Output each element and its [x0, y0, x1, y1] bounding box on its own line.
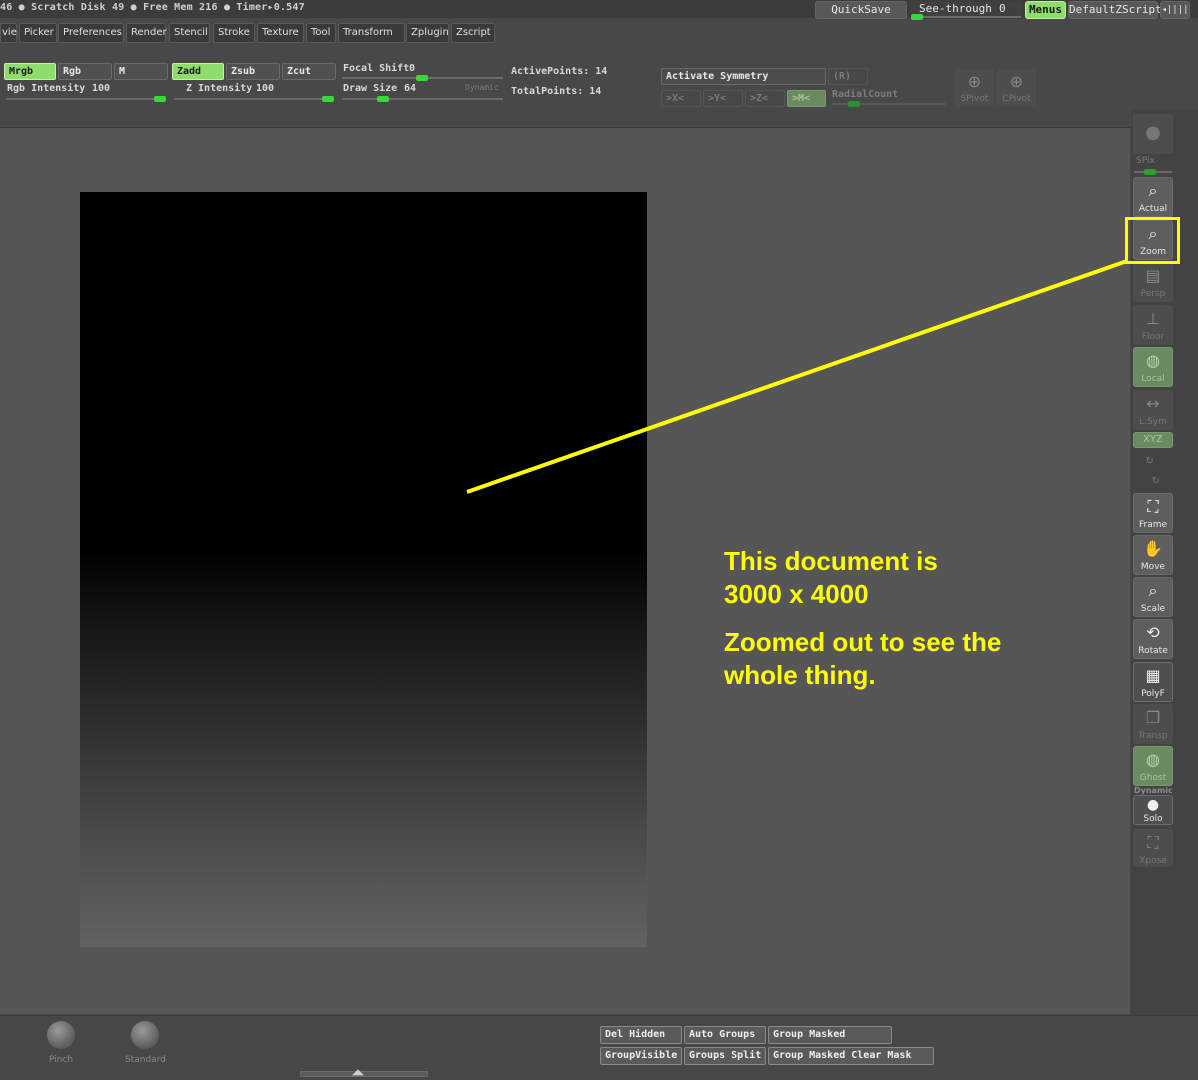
annotation-line-4: whole thing. [724, 660, 876, 690]
annotation-line-1: This document is [724, 546, 938, 576]
annotation-line-2: 3000 x 4000 [724, 579, 869, 609]
annotation-arrow [466, 259, 1128, 494]
annotation-line [466, 259, 1128, 494]
annotation-line-3: Zoomed out to see the [724, 627, 1002, 657]
